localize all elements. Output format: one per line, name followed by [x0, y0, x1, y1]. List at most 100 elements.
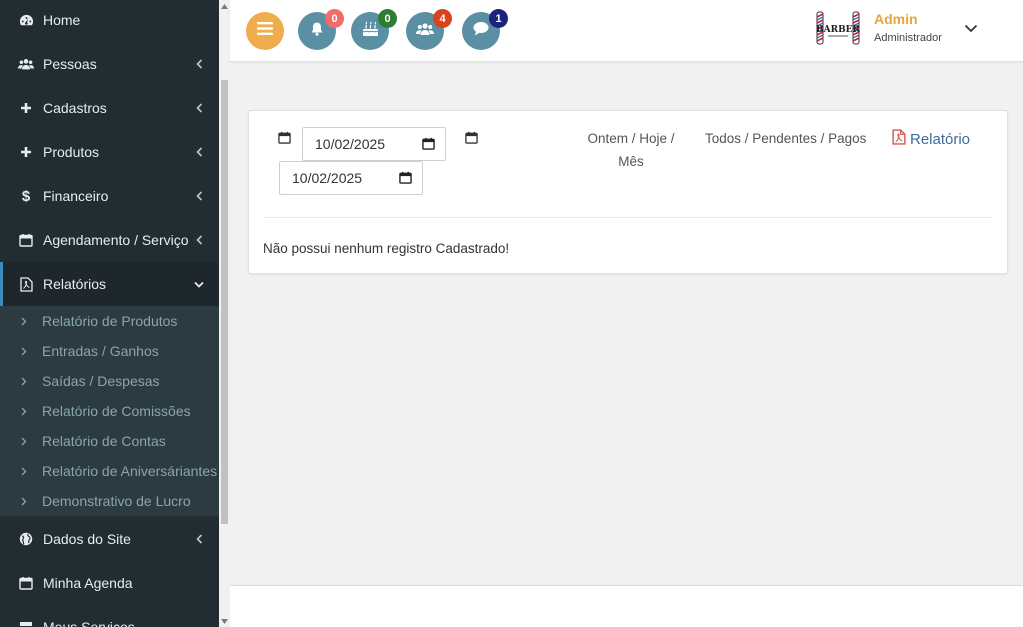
scrollbar-thumb[interactable]: [221, 80, 228, 524]
sidebar-item-label: Minha Agenda: [43, 575, 133, 591]
period-filter-links[interactable]: Ontem / Hoje / Mês: [585, 127, 677, 173]
status-filter-links[interactable]: Todos / Pendentes / Pagos: [705, 127, 866, 150]
sidebar-item-financeiro[interactable]: $ Financeiro: [0, 174, 219, 218]
submenu-item-entradas-ganhos[interactable]: Entradas / Ganhos: [0, 336, 219, 366]
chevron-right-icon: [19, 316, 29, 326]
scroll-up-arrow-icon[interactable]: [221, 2, 228, 10]
chevron-right-icon: [19, 466, 29, 476]
submenu-item-relatorio-produtos[interactable]: Relatório de Produtos: [0, 306, 219, 336]
sidebar-item-agendamento[interactable]: Agendamento / Serviço: [0, 218, 219, 262]
plus-icon: [18, 144, 34, 160]
calendar-picker-icon[interactable]: [399, 171, 413, 185]
chevron-right-icon: [19, 496, 29, 506]
chevron-down-icon: [193, 278, 205, 290]
calendar-picker-icon[interactable]: [422, 137, 436, 151]
chevron-left-icon: [193, 190, 205, 202]
submenu-item-label: Entradas / Ganhos: [42, 343, 159, 359]
chevron-down-icon[interactable]: [963, 20, 979, 36]
pdf-file-icon: [892, 129, 906, 149]
sidebar-item-label: Financeiro: [43, 188, 109, 204]
divider: [263, 217, 993, 218]
submenu-item-label: Relatório de Produtos: [42, 313, 178, 329]
hamburger-icon: [257, 22, 273, 40]
sidebar-item-label: Pessoas: [43, 56, 97, 72]
pdf-file-icon: [18, 276, 34, 292]
report-filter-card: 10/02/2025 10/02/2025 Ontem / Hoje / Mês…: [248, 110, 1008, 274]
bell-icon: [309, 21, 325, 42]
date-start-value: 10/02/2025: [315, 136, 386, 152]
globe-icon: [18, 531, 34, 547]
submenu-item-label: Relatório de Comissões: [42, 403, 191, 419]
notification-count-badge: 0: [325, 9, 344, 28]
chevron-right-icon: [19, 436, 29, 446]
users-icon: [416, 22, 434, 41]
sidebar-item-cadastros[interactable]: Cadastros: [0, 86, 219, 130]
birthday-count-badge: 0: [378, 9, 397, 28]
sidebar-item-pessoas[interactable]: Pessoas: [0, 42, 219, 86]
dollar-icon: $: [21, 187, 31, 205]
dashboard-icon: [18, 12, 34, 28]
chevron-left-icon: [193, 234, 205, 246]
plus-icon: [18, 100, 34, 116]
calendar-icon: [278, 131, 292, 145]
sidebar-item-produtos[interactable]: Produtos: [0, 130, 219, 174]
chevron-right-icon: [19, 376, 29, 386]
server-icon: [18, 619, 34, 627]
sidebar-item-home[interactable]: Home: [0, 0, 219, 42]
sidebar-scrollbar[interactable]: [219, 0, 230, 627]
submenu-item-saidas-despesas[interactable]: Saídas / Despesas: [0, 366, 219, 396]
date-end-input[interactable]: 10/02/2025: [279, 161, 423, 195]
clients-button[interactable]: 4: [406, 9, 452, 50]
submenu-item-label: Relatório de Contas: [42, 433, 166, 449]
chevron-left-icon: [193, 146, 205, 158]
sidebar-item-minha-agenda[interactable]: Minha Agenda: [0, 561, 219, 605]
sidebar-item-dados-site[interactable]: Dados do Site: [0, 517, 219, 561]
sidebar-item-label: Cadastros: [43, 100, 107, 116]
chevron-right-icon: [19, 346, 29, 356]
notifications-button[interactable]: 0: [298, 9, 344, 50]
period-filter-line2[interactable]: Mês: [585, 150, 677, 173]
chevron-left-icon: [193, 533, 205, 545]
submenu-item-label: Relatório de Aniversáriantes: [42, 463, 218, 479]
comment-icon: [473, 21, 489, 41]
submenu-item-label: Saídas / Despesas: [42, 373, 160, 389]
user-name[interactable]: Admin: [874, 11, 918, 27]
menu-toggle-button[interactable]: [246, 12, 284, 50]
sidebar-item-label: Agendamento / Serviço: [43, 232, 189, 248]
scroll-down-arrow-icon[interactable]: [221, 617, 228, 625]
sidebar-item-relatorios[interactable]: Relatórios: [0, 262, 219, 306]
submenu-item-relatorio-contas[interactable]: Relatório de Contas: [0, 426, 219, 456]
submenu-item-relatorio-aniversariantes[interactable]: Relatório de Aniversáriantes: [0, 456, 219, 486]
clients-count-badge: 4: [433, 9, 452, 28]
chevron-left-icon: [193, 102, 205, 114]
submenu-item-relatorio-comissoes[interactable]: Relatório de Comissões: [0, 396, 219, 426]
chevron-right-icon: [19, 406, 29, 416]
user-role: Administrador: [874, 32, 942, 44]
messages-count-badge: 1: [489, 9, 508, 28]
logo-text: BARBER: [816, 25, 860, 35]
submenu-item-label: Demonstrativo de Lucro: [42, 493, 191, 509]
reports-submenu: Relatório de Produtos Entradas / Ganhos …: [0, 306, 219, 516]
calendar-icon: [18, 232, 34, 248]
submenu-item-demonstrativo-lucro[interactable]: Demonstrativo de Lucro: [0, 486, 219, 516]
sidebar-item-label: Relatórios: [43, 276, 107, 292]
date-end-value: 10/02/2025: [292, 170, 363, 186]
date-start-input[interactable]: 10/02/2025: [302, 127, 446, 161]
calendar-icon: [465, 131, 479, 145]
calendar-icon: [18, 575, 34, 591]
top-navbar: 0 0 4 1 BARBER Admin Administrador: [230, 0, 1023, 62]
period-filter-line1[interactable]: Ontem / Hoje /: [585, 127, 677, 150]
chevron-left-icon: [193, 58, 205, 70]
messages-button[interactable]: 1: [462, 9, 508, 50]
users-icon: [18, 56, 34, 72]
birthday-cake-icon: [362, 21, 379, 42]
sidebar-item-label: Home: [43, 12, 81, 28]
sidebar-item-label: Dados do Site: [43, 531, 131, 547]
birthdays-button[interactable]: 0: [351, 9, 397, 50]
sidebar-item-meus-servicos[interactable]: Meus Serviços: [0, 605, 219, 627]
sidebar-item-label: Meus Serviços: [43, 619, 135, 627]
empty-state-message: Não possui nenhum registro Cadastrado!: [263, 241, 510, 256]
sidebar: Home Pessoas Cadastros Produtos $ Financ…: [0, 0, 219, 627]
pdf-report-link[interactable]: Relatório: [892, 129, 970, 149]
report-link-label: Relatório: [910, 130, 971, 148]
